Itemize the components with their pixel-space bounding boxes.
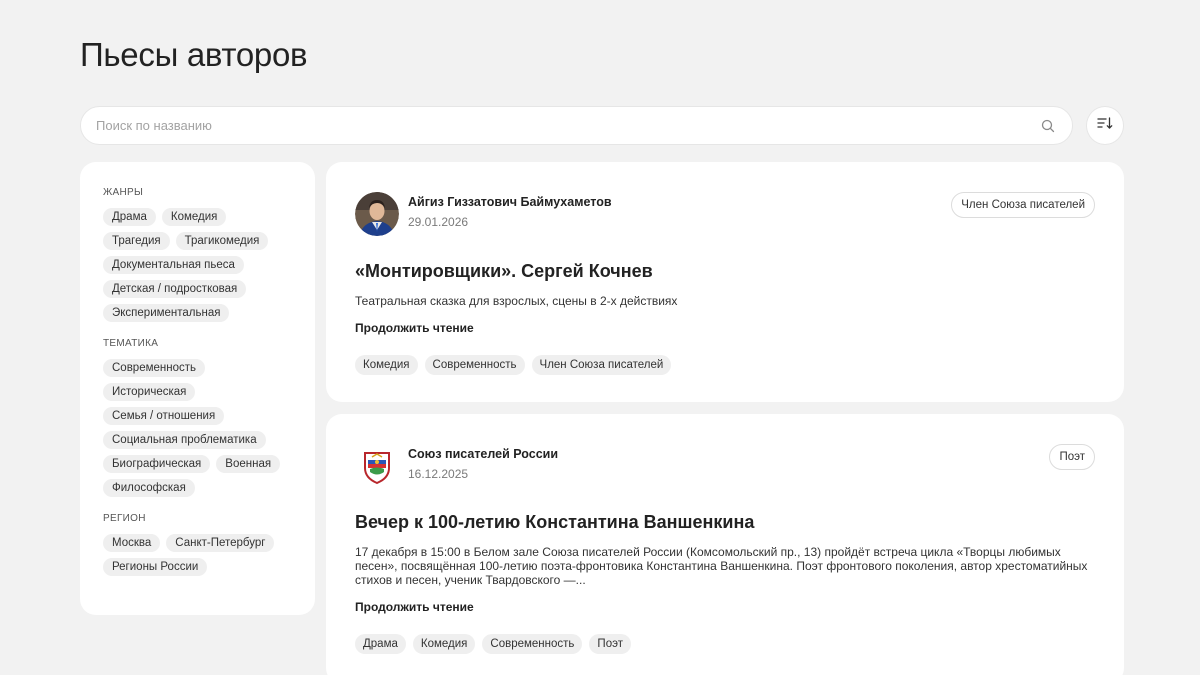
post-date: 29.01.2026: [408, 215, 469, 229]
search-input[interactable]: [96, 118, 1040, 133]
filter-heading: Тематика: [103, 338, 159, 349]
filter-chip[interactable]: Драма: [103, 208, 156, 226]
filter-group-themes: Тематика Современность Историческая Семь…: [103, 338, 295, 497]
post-title[interactable]: Вечер к 100-летию Константина Ваншенкина: [355, 511, 1095, 533]
page-title: Пьесы авторов: [80, 36, 308, 73]
filter-chip[interactable]: Экспериментальная: [103, 304, 230, 322]
post-description: Театральная сказка для взрослых, сцены в…: [355, 294, 678, 308]
post-tag[interactable]: Современность: [424, 355, 525, 375]
author-status-badge: Поэт: [1049, 444, 1095, 470]
filter-chip[interactable]: Философская: [103, 479, 195, 497]
filter-chip[interactable]: Комедия: [161, 208, 227, 226]
post-description: 17 декабря в 15:00 в Белом зале Союза пи…: [355, 545, 1088, 587]
filter-chip[interactable]: Санкт-Петербург: [166, 534, 275, 552]
post-tag[interactable]: Поэт: [589, 634, 631, 654]
post-tag[interactable]: Член Союза писателей: [531, 355, 672, 375]
read-more-link[interactable]: Продолжить чтение: [355, 321, 474, 335]
post-tags: Драма Комедия Современность Поэт: [355, 634, 1095, 654]
sort-button[interactable]: [1086, 106, 1124, 145]
post-card: Союз писателей России 16.12.2025 Поэт Ве…: [326, 414, 1124, 675]
post-tag[interactable]: Комедия: [355, 355, 418, 375]
filters-sidebar: Жанры Драма Комедия Трагедия Трагикомеди…: [80, 162, 315, 615]
post-card: Айгиз Гиззатович Баймухаметов 29.01.2026…: [326, 162, 1124, 402]
author-status-badge: Член Союза писателей: [951, 192, 1095, 218]
search-bar[interactable]: [80, 106, 1073, 145]
sort-icon: [1097, 116, 1113, 135]
search-icon[interactable]: [1040, 118, 1056, 134]
filter-chip[interactable]: Историческая: [103, 383, 196, 401]
filter-chip[interactable]: Детская / подростковая: [103, 280, 247, 298]
filter-chip[interactable]: Социальная проблематика: [103, 431, 266, 449]
filter-chip[interactable]: Военная: [216, 455, 281, 473]
filter-group-region: Регион Москва Санкт-Петербург Регионы Ро…: [103, 513, 295, 576]
post-title[interactable]: «Монтировщики». Сергей Кочнев: [355, 260, 1095, 282]
post-tag[interactable]: Драма: [355, 634, 406, 654]
author-name[interactable]: Союз писателей России: [408, 447, 558, 461]
filter-chip[interactable]: Трагедия: [103, 232, 170, 250]
filter-chip[interactable]: Современность: [103, 359, 206, 377]
post-tag[interactable]: Комедия: [412, 634, 476, 654]
filter-heading: Жанры: [103, 187, 144, 198]
filter-chip[interactable]: Семья / отношения: [103, 407, 225, 425]
filter-chip[interactable]: Документальная пьеса: [103, 256, 244, 274]
filter-chip[interactable]: Трагикомедия: [175, 232, 269, 250]
read-more-link[interactable]: Продолжить чтение: [355, 600, 474, 614]
author-name[interactable]: Айгиз Гиззатович Баймухаметов: [408, 195, 612, 209]
filter-heading: Регион: [103, 513, 146, 524]
post-tags: Комедия Современность Член Союза писател…: [355, 355, 1095, 375]
filter-chip[interactable]: Регионы России: [103, 558, 208, 576]
post-tag[interactable]: Современность: [482, 634, 583, 654]
filter-group-genres: Жанры Драма Комедия Трагедия Трагикомеди…: [103, 187, 295, 322]
author-avatar[interactable]: [355, 444, 399, 488]
post-date: 16.12.2025: [408, 467, 469, 481]
author-avatar[interactable]: [355, 192, 399, 236]
filter-chip[interactable]: Москва: [103, 534, 161, 552]
filter-chip[interactable]: Биографическая: [103, 455, 211, 473]
